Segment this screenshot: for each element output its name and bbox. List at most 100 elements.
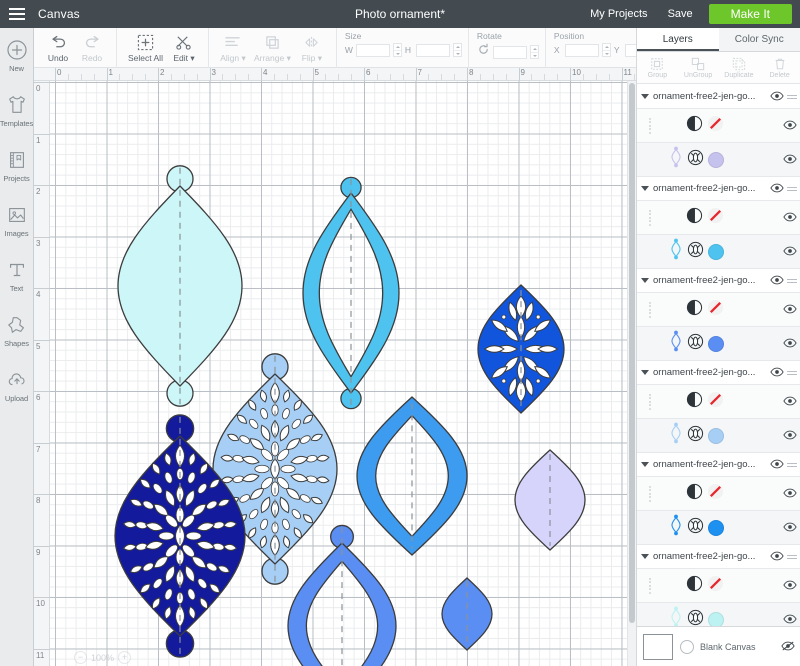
caret-down-icon[interactable]: [641, 462, 649, 467]
layer-group-drag-handle[interactable]: [787, 369, 797, 377]
sidebar-item-shapes[interactable]: Shapes: [0, 313, 34, 365]
layer-visibility-toggle[interactable]: [779, 335, 797, 353]
sidebar-item-text[interactable]: Text: [0, 258, 34, 310]
cut-icon[interactable]: [687, 425, 704, 447]
sidebar-item-images[interactable]: Images: [0, 203, 34, 255]
sidebar-item-templates[interactable]: Templates: [0, 93, 34, 145]
tab-color-sync[interactable]: Color Sync: [719, 28, 800, 51]
hamburger-icon[interactable]: [0, 0, 34, 28]
layer-list[interactable]: ornament-free2-jen-go... ornament-free2-j…: [637, 85, 800, 666]
group-button[interactable]: Group: [637, 52, 678, 83]
layer-group-visibility-toggle[interactable]: [766, 548, 784, 566]
rotate-input[interactable]: [492, 45, 527, 59]
cut-icon[interactable]: [687, 333, 704, 355]
layer-visibility-toggle[interactable]: [779, 117, 797, 135]
score-color-swatch[interactable]: [707, 299, 724, 321]
layer-group-visibility-toggle[interactable]: [766, 180, 784, 198]
layer-visibility-toggle[interactable]: [779, 393, 797, 411]
layer-visibility-toggle[interactable]: [779, 427, 797, 445]
leaf-periwinkle[interactable]: [441, 577, 493, 651]
layer-group-header[interactable]: ornament-free2-jen-go...: [637, 545, 800, 569]
layer-group-header[interactable]: ornament-free2-jen-go...: [637, 85, 800, 109]
layer-visibility-toggle[interactable]: [779, 151, 797, 169]
layer-group-header[interactable]: ornament-free2-jen-go...: [637, 453, 800, 477]
layer-drag-dots[interactable]: [649, 301, 659, 318]
caret-down-icon[interactable]: [641, 94, 649, 99]
layer-group-header[interactable]: ornament-free2-jen-go...: [637, 269, 800, 293]
layer-group-drag-handle[interactable]: [787, 185, 797, 193]
width-stepper[interactable]: [392, 43, 402, 57]
score-color-swatch[interactable]: [707, 575, 724, 597]
layer-group-drag-handle[interactable]: [787, 553, 797, 561]
leaf-lavender[interactable]: [514, 449, 586, 551]
layer-drag-dots[interactable]: [649, 393, 659, 410]
score-line-icon[interactable]: [686, 575, 703, 597]
flip-button[interactable]: Flip ▾: [295, 32, 329, 64]
layer-row-score[interactable]: [637, 293, 800, 327]
zoom-control[interactable]: − 100% +: [74, 651, 132, 664]
score-line-icon[interactable]: [686, 207, 703, 229]
arrange-button[interactable]: Arrange ▾: [250, 32, 295, 64]
tab-layers[interactable]: Layers: [637, 28, 719, 51]
layer-group-visibility-toggle[interactable]: [766, 88, 784, 106]
layer-group-header[interactable]: ornament-free2-jen-go...: [637, 177, 800, 201]
score-line-icon[interactable]: [686, 391, 703, 413]
layer-row-cut[interactable]: [637, 143, 800, 177]
ornament-outline-sky[interactable]: [302, 176, 400, 410]
caret-down-icon[interactable]: [641, 186, 649, 191]
save-button[interactable]: Save: [658, 8, 703, 20]
layer-drag-dots[interactable]: [649, 485, 659, 502]
score-color-swatch[interactable]: [707, 115, 724, 137]
layer-color-swatch[interactable]: [707, 335, 724, 352]
height-input[interactable]: [415, 43, 450, 57]
canvas-label[interactable]: Canvas: [38, 7, 80, 21]
x-stepper[interactable]: [601, 43, 611, 57]
layer-row-cut[interactable]: [637, 327, 800, 361]
caret-down-icon[interactable]: [641, 278, 649, 283]
redo-button[interactable]: Redo: [75, 32, 109, 63]
x-input[interactable]: [564, 43, 599, 57]
align-button[interactable]: Align ▾: [216, 32, 250, 64]
sidebar-item-upload[interactable]: Upload: [0, 368, 34, 420]
layer-drag-dots[interactable]: [649, 577, 659, 594]
layer-drag-dots[interactable]: [649, 209, 659, 226]
caret-down-icon[interactable]: [641, 370, 649, 375]
my-projects-button[interactable]: My Projects: [580, 8, 657, 20]
layer-row-score[interactable]: [637, 201, 800, 235]
ornament-outline-blue[interactable]: [356, 396, 468, 556]
layer-row-cut[interactable]: [637, 511, 800, 545]
height-stepper[interactable]: [452, 43, 462, 57]
cut-icon[interactable]: [687, 241, 704, 263]
edit-menu-button[interactable]: Edit ▾: [167, 32, 201, 64]
layer-row-score[interactable]: [637, 385, 800, 419]
caret-down-icon[interactable]: [641, 554, 649, 559]
duplicate-button[interactable]: Duplicate: [719, 52, 760, 83]
rotate-stepper[interactable]: [529, 45, 539, 59]
select-all-button[interactable]: Select All: [124, 32, 167, 63]
layer-drag-dots[interactable]: [649, 117, 659, 134]
layer-row-cut[interactable]: [637, 235, 800, 269]
blank-canvas-row[interactable]: Blank Canvas: [637, 626, 800, 666]
layer-group-header[interactable]: ornament-free2-jen-go...: [637, 361, 800, 385]
ungroup-button[interactable]: UnGroup: [678, 52, 719, 83]
blank-canvas-swatch[interactable]: [643, 633, 673, 660]
layer-row-score[interactable]: [637, 569, 800, 603]
canvas-vertical-scrollbar[interactable]: [627, 81, 636, 666]
layer-group-visibility-toggle[interactable]: [766, 364, 784, 382]
layer-visibility-toggle[interactable]: [779, 577, 797, 595]
layer-group-visibility-toggle[interactable]: [766, 456, 784, 474]
layer-visibility-toggle[interactable]: [779, 301, 797, 319]
sidebar-item-new[interactable]: New: [0, 38, 34, 90]
layer-visibility-toggle[interactable]: [779, 243, 797, 261]
cut-icon[interactable]: [687, 149, 704, 171]
layer-row-score[interactable]: [637, 109, 800, 143]
layer-group-drag-handle[interactable]: [787, 93, 797, 101]
score-color-swatch[interactable]: [707, 207, 724, 229]
make-it-button[interactable]: Make It: [708, 4, 792, 24]
blank-canvas-visibility-toggle[interactable]: [777, 638, 795, 656]
layer-row-cut[interactable]: [637, 419, 800, 453]
ornament-outline-periwinkle[interactable]: [287, 524, 397, 666]
blank-canvas-color-circle[interactable]: [680, 639, 694, 654]
layer-group-drag-handle[interactable]: [787, 461, 797, 469]
canvas-shapes[interactable]: [50, 81, 636, 666]
